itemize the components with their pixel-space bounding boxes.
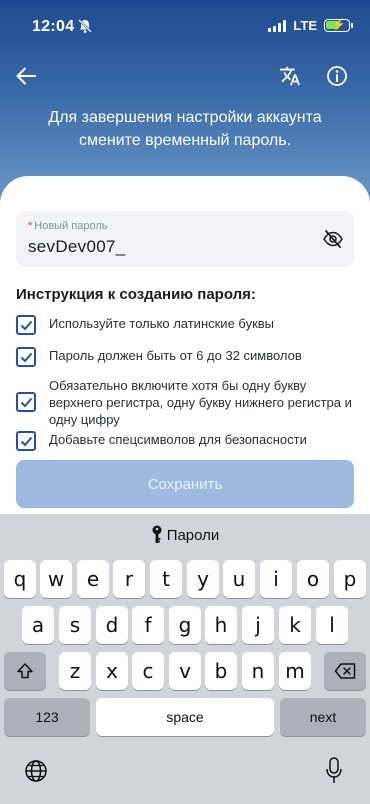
checkmark-icon [20,397,32,407]
bell-muted-icon [78,19,92,33]
key-n[interactable]: n [242,652,274,690]
password-label-text: Новый пароль [34,220,108,232]
instructions-title: Инструкция к созданию пароля: [16,286,256,303]
arrow-left-icon [16,67,36,85]
translate-icon [279,66,301,86]
key-v[interactable]: v [169,652,201,690]
new-password-field[interactable]: * Новый пароль sevDev007_ [16,211,354,267]
key-y[interactable]: y [187,560,219,598]
rule-length: Пароль должен быть от 6 до 32 символов [16,347,356,367]
key-k[interactable]: k [279,606,311,644]
key-m[interactable]: m [279,652,311,690]
checkmark-icon [20,436,32,446]
key-p[interactable]: p [334,560,366,598]
rule-checkbox[interactable] [16,431,36,451]
globe-icon[interactable] [24,759,48,783]
microphone-icon[interactable] [325,757,343,785]
key-d[interactable]: d [96,606,128,644]
key-c[interactable]: c [132,652,164,690]
space-key[interactable]: space [96,698,274,736]
info-icon [327,66,347,86]
rule-checkbox[interactable] [16,392,36,412]
next-key[interactable]: next [280,698,366,736]
suggestion-label: Пароли [166,526,220,544]
password-suggestion[interactable]: Пароли [0,514,370,556]
rule-text: Используйте только латинские буквы [49,316,275,331]
required-mark: * [28,220,33,232]
rule-latin: Используйте только латинские буквы [16,315,356,335]
key-s[interactable]: s [59,606,91,644]
checkmark-icon [20,320,32,330]
save-button[interactable]: Сохранить [16,460,354,508]
key-r[interactable]: r [113,560,145,598]
signal-icon [268,19,287,32]
key-q[interactable]: q [4,560,36,598]
info-button[interactable] [323,62,351,90]
screen: 12:04 LTE ⚡ Для завершения настройки акк… [0,0,370,804]
key-l[interactable]: l [316,606,348,644]
key-a[interactable]: a [22,606,54,644]
header-message: Для завершения настройки аккаунта сменит… [48,109,322,149]
key-u[interactable]: u [223,560,255,598]
rule-text: Пароль должен быть от 6 до 32 символов [49,348,302,363]
rule-case: Обязательно включите хотя бы одну букву … [16,376,356,428]
shift-key[interactable] [4,652,46,690]
key-b[interactable]: b [205,652,237,690]
shift-icon [17,663,33,679]
key-z[interactable]: z [59,652,91,690]
key-i[interactable]: i [260,560,292,598]
back-button[interactable] [12,62,40,90]
key-h[interactable]: h [205,606,237,644]
rule-text: Обязательно включите хотя бы одну букву … [49,377,352,427]
key-e[interactable]: e [77,560,109,598]
battery-icon: ⚡ [324,19,353,32]
backspace-icon [334,663,356,679]
eye-off-icon[interactable] [322,229,344,249]
password-input[interactable]: sevDev007_ [28,237,126,257]
status-time: 12:04 [32,18,75,35]
rule-text: Добавьте спецсимволов для безопасности [49,432,307,447]
key-f[interactable]: f [132,606,164,644]
rule-special: Добавьте спецсимволов для безопасности [16,431,356,451]
key-t[interactable]: t [150,560,182,598]
network-type: LTE [293,18,317,33]
rule-checkbox[interactable] [16,315,36,335]
password-label: * Новый пароль [28,220,108,232]
key-w[interactable]: w [40,560,72,598]
status-indicators: LTE ⚡ [268,18,353,33]
keyboard: Пароли q w e r t y u i o p a s d f g h j… [0,514,370,804]
delete-key[interactable] [324,652,366,690]
nav-bar [0,56,370,96]
rule-checkbox[interactable] [16,347,36,367]
status-bar: 12:04 LTE ⚡ [0,0,370,52]
translate-button[interactable] [276,62,304,90]
checkmark-icon [20,352,32,362]
key-x[interactable]: x [96,652,128,690]
key-g[interactable]: g [169,606,201,644]
key-icon [152,525,162,543]
key-j[interactable]: j [242,606,274,644]
numbers-key[interactable]: 123 [4,698,90,736]
key-o[interactable]: o [297,560,329,598]
